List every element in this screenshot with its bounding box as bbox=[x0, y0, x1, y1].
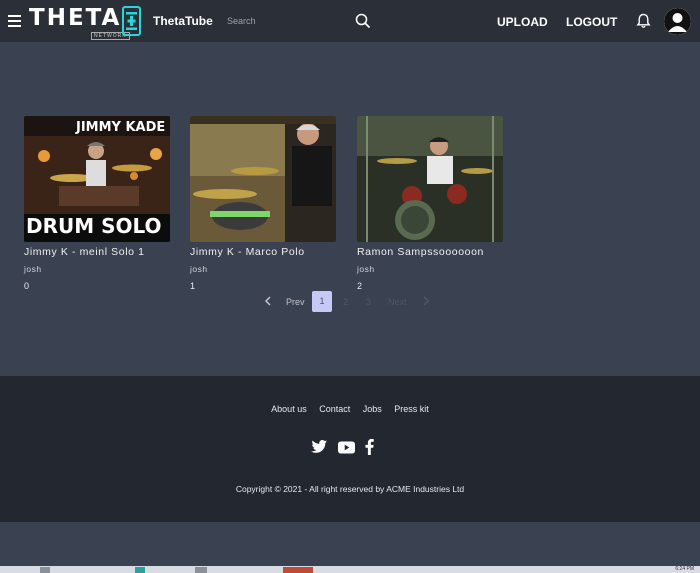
footer: About us Contact Jobs Press kit Copyrigh… bbox=[0, 376, 700, 522]
video-card[interactable]: Ramon Sampssoooooon josh 2 bbox=[357, 116, 503, 293]
top-navbar: THETA NETWORK ThetaTube UPLOAD LOGOUT bbox=[0, 0, 700, 42]
chevron-right-icon[interactable] bbox=[422, 296, 430, 308]
video-title[interactable]: Jimmy K - meinl Solo 1 bbox=[24, 244, 170, 260]
twitter-icon[interactable] bbox=[311, 440, 328, 459]
next-page-button[interactable]: Next bbox=[388, 297, 407, 307]
bell-icon[interactable] bbox=[636, 13, 651, 29]
avatar-icon[interactable] bbox=[664, 8, 691, 35]
search-input[interactable] bbox=[227, 12, 347, 30]
logo-text: THETA bbox=[29, 5, 122, 31]
taskbar-app-icon[interactable] bbox=[195, 567, 207, 573]
video-card[interactable]: JIMMY KADE DRUM SOLO Jimmy K - meinl Sol… bbox=[24, 116, 170, 293]
prev-page-button[interactable]: Prev bbox=[286, 297, 305, 307]
search-icon[interactable] bbox=[355, 13, 371, 29]
taskbar-app-icon[interactable] bbox=[40, 567, 50, 573]
jobs-link[interactable]: Jobs bbox=[363, 404, 382, 414]
page-1-button[interactable]: 1 bbox=[312, 291, 332, 312]
video-title[interactable]: Jimmy K - Marco Polo bbox=[190, 244, 336, 260]
video-thumbnail[interactable]: JIMMY KADE DRUM SOLO bbox=[24, 116, 170, 242]
video-count: 0 bbox=[24, 281, 30, 291]
os-taskbar: 6:24 PM bbox=[0, 566, 700, 573]
page-3-button[interactable]: 3 bbox=[366, 297, 371, 307]
about-us-link[interactable]: About us bbox=[271, 404, 307, 414]
taskbar-clock: 6:24 PM bbox=[675, 566, 694, 572]
contact-link[interactable]: Contact bbox=[319, 404, 350, 414]
youtube-icon[interactable] bbox=[338, 440, 355, 459]
logout-button[interactable]: LOGOUT bbox=[566, 15, 617, 29]
hamburger-menu-icon[interactable] bbox=[8, 15, 21, 27]
press-kit-link[interactable]: Press kit bbox=[394, 404, 429, 414]
video-user: josh bbox=[190, 264, 208, 274]
page-2-button[interactable]: 2 bbox=[343, 297, 348, 307]
footer-links: About us Contact Jobs Press kit bbox=[0, 404, 700, 414]
taskbar-app-icon[interactable] bbox=[283, 567, 313, 573]
taskbar-app-icon[interactable] bbox=[135, 567, 145, 573]
video-title[interactable]: Ramon Sampssoooooon bbox=[357, 244, 503, 260]
copyright-text: Copyright © 2021 - All right reserved by… bbox=[235, 484, 465, 494]
video-user: josh bbox=[24, 264, 42, 274]
upload-button[interactable]: UPLOAD bbox=[497, 15, 548, 29]
social-icons bbox=[311, 439, 374, 460]
thumbnail-overlay-bottom: DRUM SOLO bbox=[26, 214, 162, 238]
video-thumbnail[interactable] bbox=[190, 116, 336, 242]
pagination: Prev 1 2 3 Next bbox=[258, 291, 438, 312]
video-card[interactable]: Jimmy K - Marco Polo josh 1 bbox=[190, 116, 336, 293]
video-user: josh bbox=[357, 264, 375, 274]
video-thumbnail[interactable] bbox=[357, 116, 503, 242]
chevron-left-icon[interactable] bbox=[264, 296, 272, 308]
theta-badge-icon bbox=[122, 6, 141, 36]
facebook-icon[interactable] bbox=[365, 439, 374, 460]
thumbnail-overlay-top: JIMMY KADE bbox=[76, 120, 166, 135]
site-title[interactable]: ThetaTube bbox=[153, 14, 213, 28]
